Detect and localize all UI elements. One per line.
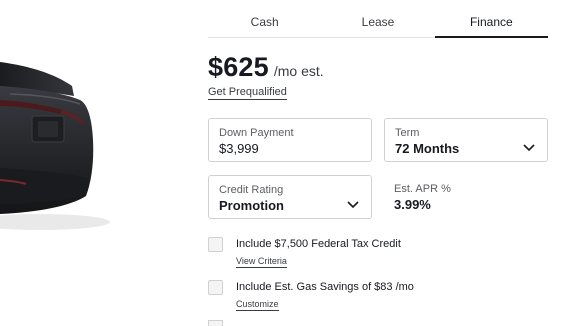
payment-tabs: Cash Lease Finance [208,10,549,38]
price-suffix: /mo est. [273,63,324,79]
get-prequalified-link[interactable]: Get Prequalified [208,86,287,100]
term-value: 72 Months [395,141,460,156]
tab-cash[interactable]: Cash [208,10,321,37]
term-label: Term [395,127,420,139]
apr-value: 3.99% [394,197,431,212]
down-payment-value: $3,999 [219,141,259,156]
tab-lease[interactable]: Lease [321,10,434,37]
car-image [0,0,110,326]
apr-label: Est. APR % [394,183,451,195]
tax-credit-option: Include $7,500 Federal Tax Credit View C… [208,237,401,269]
chevron-down-icon [523,144,535,152]
apr-display: Est. APR % 3.99% [394,175,544,219]
credit-rating-select[interactable]: Credit Rating Promotion [208,175,372,219]
customize-link[interactable]: Customize [236,299,279,311]
chevron-down-icon [347,201,359,209]
gas-savings-option: Include Est. Gas Savings of $83 /mo Cust… [208,280,414,312]
monthly-price: $625 /mo est. [208,52,324,83]
price-amount: $625 [208,52,269,82]
credit-rating-value: Promotion [219,198,284,213]
down-payment-label: Down Payment [219,127,294,139]
tab-finance[interactable]: Finance [434,10,549,38]
gas-savings-checkbox[interactable] [208,280,223,295]
credit-rating-label: Credit Rating [219,184,284,196]
term-select[interactable]: Term 72 Months [384,118,548,162]
view-criteria-link[interactable]: View Criteria [236,256,287,268]
tax-credit-label: Include $7,500 Federal Tax Credit [236,238,401,250]
gas-savings-label: Include Est. Gas Savings of $83 /mo [236,281,414,293]
tax-credit-checkbox[interactable] [208,237,223,252]
down-payment-field[interactable]: Down Payment $3,999 [208,118,372,162]
next-option-checkbox[interactable] [208,320,223,326]
